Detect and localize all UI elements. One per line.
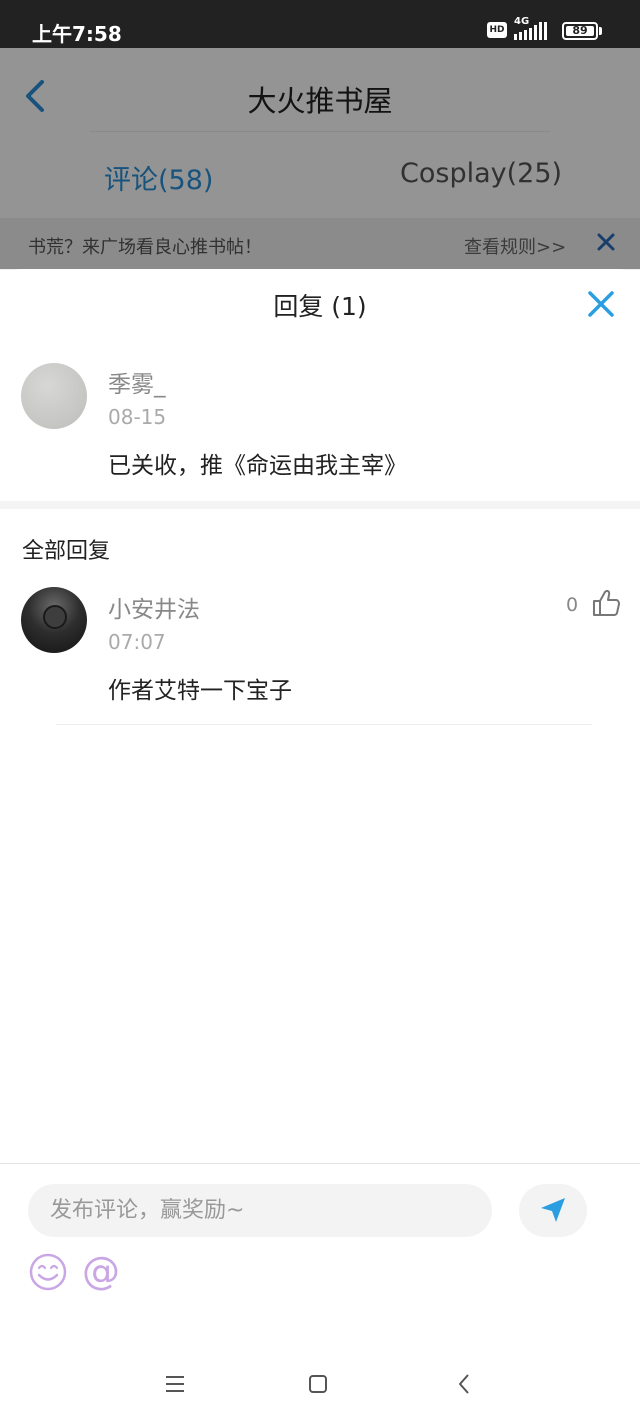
system-nav-bar xyxy=(0,1346,640,1422)
status-bar: 上午7:58 HD 4G 89 xyxy=(0,0,640,48)
signal-icon xyxy=(514,22,547,40)
battery-icon: 89 xyxy=(562,22,598,40)
like-count: 0 xyxy=(566,594,579,616)
comment-date: 08-15 xyxy=(108,405,167,429)
mention-button[interactable]: @ xyxy=(82,1248,128,1294)
comment-content: 已关收，推《命运由我主宰》 xyxy=(108,453,407,479)
reply-content: 作者艾特一下宝子 xyxy=(108,678,292,704)
menu-icon[interactable] xyxy=(161,1370,189,1398)
all-replies-title: 全部回复 xyxy=(22,539,111,564)
row-divider xyxy=(56,724,592,725)
hd-badge: HD xyxy=(487,22,507,38)
sheet-title: 回复 (1) xyxy=(273,292,367,321)
send-button[interactable] xyxy=(519,1184,587,1237)
send-icon xyxy=(541,1198,565,1222)
close-icon[interactable] xyxy=(586,289,616,319)
section-divider xyxy=(0,501,640,509)
reply-time: 07:07 xyxy=(108,630,166,654)
avatar-figure xyxy=(43,605,67,629)
status-time: 上午7:58 xyxy=(32,22,122,46)
comment-composer: @ xyxy=(0,1163,640,1346)
comment-input[interactable] xyxy=(28,1184,492,1237)
battery-level: 89 xyxy=(566,25,594,36)
battery-tip xyxy=(599,27,602,35)
avatar[interactable] xyxy=(21,363,87,429)
reply-username[interactable]: 小安井法 xyxy=(108,590,200,624)
system-back-icon[interactable] xyxy=(451,1370,479,1398)
modal-overlay[interactable] xyxy=(0,48,640,269)
comment-username[interactable]: 季雾_ xyxy=(108,365,166,399)
home-icon[interactable] xyxy=(304,1370,332,1398)
thumbs-up-icon[interactable] xyxy=(592,589,622,617)
emoji-icon[interactable] xyxy=(28,1252,68,1292)
avatar[interactable] xyxy=(21,587,87,653)
